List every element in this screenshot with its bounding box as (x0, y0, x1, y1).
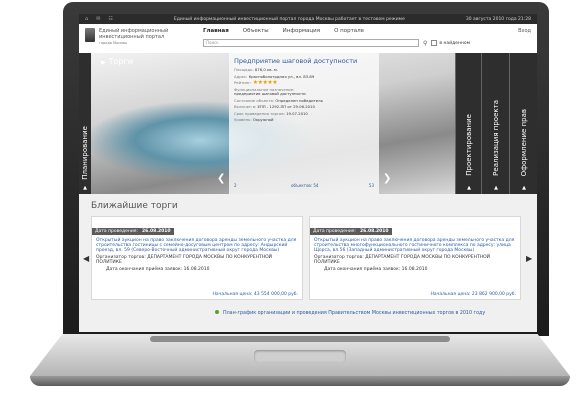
carousel-next-icon[interactable]: ▶ (526, 254, 532, 263)
test-mode-message: Единый информационный инвестиционный пор… (173, 16, 405, 22)
object-area: 876,0 кв. м. (254, 67, 278, 72)
object-deadline: 19.07.2010 (286, 110, 308, 116)
tab-planning-label: Планирование (81, 126, 89, 180)
counter-right: 53 (368, 183, 374, 188)
hinge (150, 336, 450, 342)
auction-plan-link[interactable]: План-график организации и проведения Пра… (215, 310, 485, 316)
play-triangle-icon: ▶ (101, 59, 106, 66)
object-level: Окружной (252, 117, 274, 122)
trackpad (254, 350, 346, 362)
auction-organizer: Организатор торгов: ДЕПАРТАМЕНТ ГОРОДА М… (314, 255, 491, 265)
browser-screen: ⌂ ✉ ☷ Единый информационный инвестиционн… (79, 14, 537, 332)
auction-deadline: Дата окончания приёма заявок: 16.08.2010 (106, 267, 210, 272)
tab-implementation[interactable]: Реализация проекта ▲ (481, 53, 510, 194)
auction-description[interactable]: Открытый аукцион на право заключения дог… (310, 236, 520, 253)
auction-date: 26.08.2010 (360, 229, 389, 234)
search-in-results-checkbox[interactable] (431, 40, 438, 46)
rating-stars-icon: ★★★★★ (252, 79, 278, 86)
nav-objects[interactable]: Объекты (243, 28, 269, 34)
tab-design-label: Проектирование (465, 114, 473, 176)
object-included: ЕПП - 1292-ПП от 29.06.2010 (257, 104, 315, 109)
nav-information[interactable]: Информация (283, 28, 320, 34)
hero-photo[interactable]: ▶ Торги Предприятие шаговой доступности П… (91, 53, 455, 194)
auction-price: Начальная цена: 43 554 000,00 руб. (212, 292, 298, 297)
tab-rights[interactable]: Оформление прав ▲ (509, 53, 537, 194)
tab-rights-label: Оформление прав (520, 108, 528, 176)
nav-about[interactable]: О портале (334, 28, 364, 34)
object-address: Красноболотрдная ул., вл. 83-89 (248, 73, 315, 79)
search-in-results[interactable]: в найденном (431, 40, 470, 46)
next-arrow-icon[interactable]: ❯ (383, 173, 391, 184)
prev-arrow-icon[interactable]: ❮ (217, 173, 225, 184)
hero-title: ▶ Торги (101, 57, 133, 66)
nav-main[interactable]: Главная (203, 28, 229, 34)
main-nav: Главная Объекты Информация О портале Пои… (203, 28, 518, 47)
object-function: предприятие шаговой доступности (234, 91, 306, 96)
auction-card[interactable]: Дата проведения: 26.08.2010 Открытый аукц… (91, 216, 303, 300)
upcoming-auctions: Ближайшие торги ◀ Дата проведения: 26.08.… (79, 194, 537, 332)
auction-price: Начальная цена: 23 862 900,00 руб. (430, 292, 516, 297)
counter-left: 2 (234, 183, 237, 188)
object-info-panel: Предприятие шаговой доступности Площадь:… (229, 53, 379, 194)
login-link[interactable]: Вход (518, 28, 531, 34)
top-bar: ⌂ ✉ ☷ Единый информационный инвестиционн… (79, 14, 537, 24)
tab-implementation-label: Реализация проекта (492, 100, 500, 176)
arrow-up-icon: ▲ (522, 185, 526, 191)
arrow-up-icon: ▲ (494, 185, 498, 191)
logo[interactable]: Единый информационный инвестиционный пор… (85, 28, 203, 46)
logo-mark-icon (85, 28, 95, 42)
mail-icon[interactable]: ✉ (96, 16, 100, 22)
auction-organizer: Организатор торгов: ДЕПАРТАМЕНТ ГОРОДА М… (96, 255, 273, 265)
tab-design[interactable]: Проектирование ▲ (455, 53, 482, 194)
auction-date: 26.08.2010 (142, 229, 171, 234)
auction-card[interactable]: Дата проведения: 26.08.2010 Открытый аукц… (309, 216, 521, 300)
arrow-up-icon: ▲ (83, 185, 87, 191)
search-input[interactable]: Поиск (203, 39, 419, 47)
laptop-base (30, 334, 570, 392)
auctions-title: Ближайшие торги (91, 201, 178, 211)
search-in-results-label: в найденном (439, 40, 471, 46)
hero-banner: Планирование ▲ ▶ Торги Предприятие шагово… (79, 53, 537, 194)
auction-deadline: Дата окончания приёма заявок: 16.08.2010 (324, 267, 428, 272)
topbar-icons: ⌂ ✉ ☷ (85, 16, 113, 22)
object-state: Определен победитель (275, 97, 323, 103)
logo-line3: города Москвы (99, 41, 128, 45)
search-icon[interactable]: ⚲ (423, 40, 427, 47)
home-icon[interactable]: ⌂ (85, 16, 88, 22)
object-title[interactable]: Предприятие шаговой доступности (234, 57, 374, 65)
objects-count[interactable]: объектов: 54 (291, 183, 318, 188)
bullet-icon (215, 310, 219, 314)
auction-description[interactable]: Открытый аукцион на право заключения дог… (92, 236, 302, 253)
arrow-up-icon: ▲ (467, 185, 471, 191)
carousel-prev-icon[interactable]: ◀ (83, 254, 89, 263)
datetime: 30 августа 2010 года 21:28 (465, 16, 531, 22)
